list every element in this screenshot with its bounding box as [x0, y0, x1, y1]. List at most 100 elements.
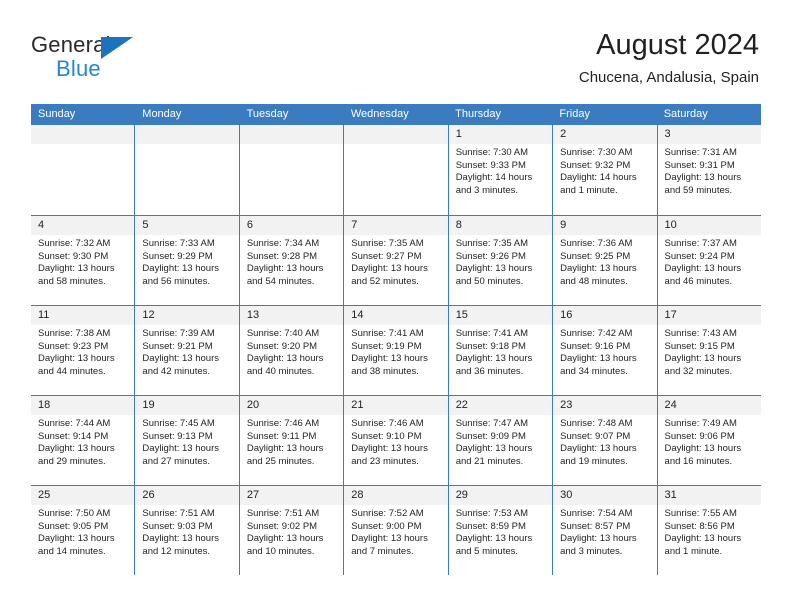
sunset-time: Sunset: 8:59 PM — [455, 520, 526, 532]
day-sun-info: Sunrise: 7:37 AM Sunset: 9:24 PM Daylight:… — [658, 235, 761, 288]
calendar-day-cell[interactable]: 13 Sunrise: 7:40 AM Sunset: 9:20 PM Dayligh… — [238, 306, 344, 395]
day-number: 26 — [135, 486, 239, 505]
sunrise-time: Sunrise: 7:51 AM — [246, 508, 320, 519]
day-sun-info: Sunrise: 7:48 AM Sunset: 9:07 PM Daylight:… — [553, 415, 656, 468]
day-sun-info: Sunrise: 7:41 AM Sunset: 9:18 PM Daylight:… — [449, 325, 552, 378]
calendar-day-cell[interactable]: 14 Sunrise: 7:41 AM Sunset: 9:19 PM Dayligh… — [343, 306, 448, 395]
calendar-day-cell[interactable]: 22 Sunrise: 7:47 AM Sunset: 9:09 PM Dayligh… — [447, 396, 553, 485]
sunset-time: Sunset: 9:07 PM — [560, 430, 631, 442]
calendar-day-cell[interactable]: 7 Sunrise: 7:35 AM Sunset: 9:27 PM Daylight… — [343, 216, 448, 305]
sunrise-time: Sunrise: 7:55 AM — [664, 508, 737, 519]
day-number: 3 — [657, 125, 761, 144]
sunset-time: Sunset: 9:14 PM — [38, 430, 109, 442]
calendar-day-cell[interactable]: 20 Sunrise: 7:46 AM Sunset: 9:11 PM Dayligh… — [238, 396, 344, 485]
calendar-day-cell[interactable]: 9 Sunrise: 7:36 AM Sunset: 9:25 PM Daylight… — [552, 216, 657, 305]
day-sun-info: Sunrise: 7:44 AM Sunset: 9:14 PM Daylight:… — [31, 415, 134, 468]
calendar-day-cell[interactable]: 12 Sunrise: 7:39 AM Sunset: 9:21 PM Dayligh… — [134, 306, 239, 395]
day-sun-info: Sunrise: 7:42 AM Sunset: 9:16 PM Daylight:… — [553, 325, 656, 378]
calendar-week-row: 25 Sunrise: 7:50 AM Sunset: 9:05 PM Dayligh… — [31, 485, 761, 575]
daylight-duration-line1: Daylight: 13 hours — [38, 263, 115, 275]
sunset-time: Sunset: 9:16 PM — [560, 340, 631, 352]
calendar-day-cell[interactable]: 6 Sunrise: 7:34 AM Sunset: 9:28 PM Daylight… — [238, 216, 344, 305]
daylight-duration-line2: and 50 minutes. — [455, 275, 524, 287]
day-sun-info: Sunrise: 7:45 AM Sunset: 9:13 PM Daylight:… — [135, 415, 238, 468]
sunrise-time: Sunrise: 7:45 AM — [142, 418, 215, 429]
daylight-duration-line2: and 58 minutes. — [38, 275, 106, 287]
daylight-duration-line2: and 14 minutes. — [38, 545, 106, 557]
day-number: 10 — [657, 216, 761, 235]
sunset-time: Sunset: 9:00 PM — [351, 520, 422, 532]
sunset-time: Sunset: 9:29 PM — [142, 250, 213, 262]
daylight-duration-line2: and 3 minutes. — [455, 184, 519, 196]
day-number: 28 — [344, 486, 448, 505]
day-sun-info: Sunrise: 7:35 AM Sunset: 9:27 PM Daylight:… — [344, 235, 447, 288]
day-sun-info: Sunrise: 7:51 AM Sunset: 9:02 PM Daylight:… — [240, 505, 343, 558]
day-number: 4 — [31, 216, 135, 235]
calendar-day-cell[interactable]: 28 Sunrise: 7:52 AM Sunset: 9:00 PM Dayligh… — [343, 486, 448, 575]
sunrise-time: Sunrise: 7:31 AM — [664, 147, 737, 158]
calendar-day-cell-empty — [31, 125, 135, 215]
sunrise-time: Sunrise: 7:53 AM — [455, 508, 529, 519]
day-number: 16 — [553, 306, 657, 325]
sunset-time: Sunset: 9:20 PM — [246, 340, 318, 352]
sunset-time: Sunset: 9:32 PM — [560, 159, 631, 171]
daylight-duration-line2: and 27 minutes. — [142, 455, 211, 467]
day-sun-info: Sunrise: 7:30 AM Sunset: 9:33 PM Daylight:… — [449, 144, 552, 197]
calendar-day-cell[interactable]: 24 Sunrise: 7:49 AM Sunset: 9:06 PM Dayligh… — [656, 396, 761, 485]
daylight-duration-line1: Daylight: 13 hours — [664, 533, 742, 545]
daylight-duration-line1: Daylight: 13 hours — [38, 533, 115, 545]
day-number: 6 — [239, 216, 344, 235]
sunrise-time: Sunrise: 7:43 AM — [664, 328, 737, 339]
calendar-day-cell[interactable]: 27 Sunrise: 7:51 AM Sunset: 9:02 PM Dayligh… — [238, 486, 344, 575]
day-sun-info: Sunrise: 7:54 AM Sunset: 8:57 PM Daylight:… — [553, 505, 656, 558]
calendar-day-cell[interactable]: 3 Sunrise: 7:31 AM Sunset: 9:31 PM Daylight… — [656, 125, 761, 215]
calendar-day-cell[interactable]: 2 Sunrise: 7:30 AM Sunset: 9:32 PM Daylight… — [552, 125, 657, 215]
calendar-day-cell[interactable]: 19 Sunrise: 7:45 AM Sunset: 9:13 PM Dayligh… — [134, 396, 239, 485]
day-number: 14 — [344, 306, 448, 325]
daylight-duration-line2: and 34 minutes. — [560, 365, 628, 377]
calendar-day-cell[interactable]: 17 Sunrise: 7:43 AM Sunset: 9:15 PM Dayligh… — [656, 306, 761, 395]
day-number — [135, 125, 239, 144]
sunrise-time: Sunrise: 7:40 AM — [246, 328, 320, 339]
calendar-day-cell[interactable]: 18 Sunrise: 7:44 AM Sunset: 9:14 PM Dayligh… — [31, 396, 135, 485]
calendar-day-cell[interactable]: 10 Sunrise: 7:37 AM Sunset: 9:24 PM Dayligh… — [656, 216, 761, 305]
sunrise-time: Sunrise: 7:39 AM — [142, 328, 215, 339]
logo-text-blue: Blue — [56, 56, 101, 81]
daylight-duration-line1: Daylight: 13 hours — [142, 443, 219, 455]
page-header: General Blue August 2024 Chucena, Andalu… — [31, 28, 759, 96]
day-sun-info: Sunrise: 7:49 AM Sunset: 9:06 PM Daylight:… — [658, 415, 761, 468]
day-number: 20 — [239, 396, 344, 415]
sunset-time: Sunset: 9:13 PM — [142, 430, 213, 442]
calendar-day-cell[interactable]: 5 Sunrise: 7:33 AM Sunset: 9:29 PM Daylight… — [134, 216, 239, 305]
day-sun-info: Sunrise: 7:43 AM Sunset: 9:15 PM Daylight:… — [658, 325, 761, 378]
calendar-day-cell[interactable]: 30 Sunrise: 7:54 AM Sunset: 8:57 PM Dayligh… — [552, 486, 657, 575]
weekday-header-tuesday: Tuesday — [246, 108, 289, 120]
calendar-day-cell[interactable]: 11 Sunrise: 7:38 AM Sunset: 9:23 PM Dayligh… — [31, 306, 135, 395]
calendar-day-cell[interactable]: 26 Sunrise: 7:51 AM Sunset: 9:03 PM Dayligh… — [134, 486, 239, 575]
day-sun-info: Sunrise: 7:39 AM Sunset: 9:21 PM Daylight:… — [135, 325, 238, 378]
daylight-duration-line2: and 46 minutes. — [664, 275, 733, 287]
general-blue-logo[interactable]: General Blue — [31, 32, 151, 84]
sunset-time: Sunset: 9:23 PM — [38, 340, 109, 352]
day-sun-info: Sunrise: 7:32 AM Sunset: 9:30 PM Daylight:… — [31, 235, 134, 288]
daylight-duration-line2: and 1 minute. — [560, 184, 618, 196]
calendar-day-cell[interactable]: 29 Sunrise: 7:53 AM Sunset: 8:59 PM Dayligh… — [447, 486, 553, 575]
sunset-time: Sunset: 9:18 PM — [455, 340, 526, 352]
daylight-duration-line2: and 54 minutes. — [246, 275, 315, 287]
calendar-day-cell[interactable]: 21 Sunrise: 7:46 AM Sunset: 9:10 PM Dayligh… — [343, 396, 448, 485]
calendar-day-cell[interactable]: 25 Sunrise: 7:50 AM Sunset: 9:05 PM Dayligh… — [31, 486, 135, 575]
sunset-time: Sunset: 9:30 PM — [38, 250, 109, 262]
calendar-day-cell[interactable]: 8 Sunrise: 7:35 AM Sunset: 9:26 PM Daylight… — [447, 216, 553, 305]
sunrise-time: Sunrise: 7:30 AM — [455, 147, 529, 158]
day-number: 19 — [135, 396, 239, 415]
calendar-day-cell[interactable]: 16 Sunrise: 7:42 AM Sunset: 9:16 PM Dayligh… — [552, 306, 657, 395]
calendar-day-cell[interactable]: 1 Sunrise: 7:30 AM Sunset: 9:33 PM Daylight… — [447, 125, 553, 215]
calendar-day-cell[interactable]: 31 Sunrise: 7:55 AM Sunset: 8:56 PM Dayligh… — [656, 486, 761, 575]
calendar-day-cell[interactable]: 4 Sunrise: 7:32 AM Sunset: 9:30 PM Daylight… — [31, 216, 135, 305]
page-title: August 2024 — [596, 29, 759, 61]
calendar-day-cell[interactable]: 15 Sunrise: 7:41 AM Sunset: 9:18 PM Dayligh… — [447, 306, 553, 395]
sunrise-time: Sunrise: 7:35 AM — [351, 238, 424, 249]
sunrise-time: Sunrise: 7:34 AM — [246, 238, 320, 249]
sunset-time: Sunset: 9:05 PM — [38, 520, 109, 532]
calendar-day-cell[interactable]: 23 Sunrise: 7:48 AM Sunset: 9:07 PM Dayligh… — [552, 396, 657, 485]
